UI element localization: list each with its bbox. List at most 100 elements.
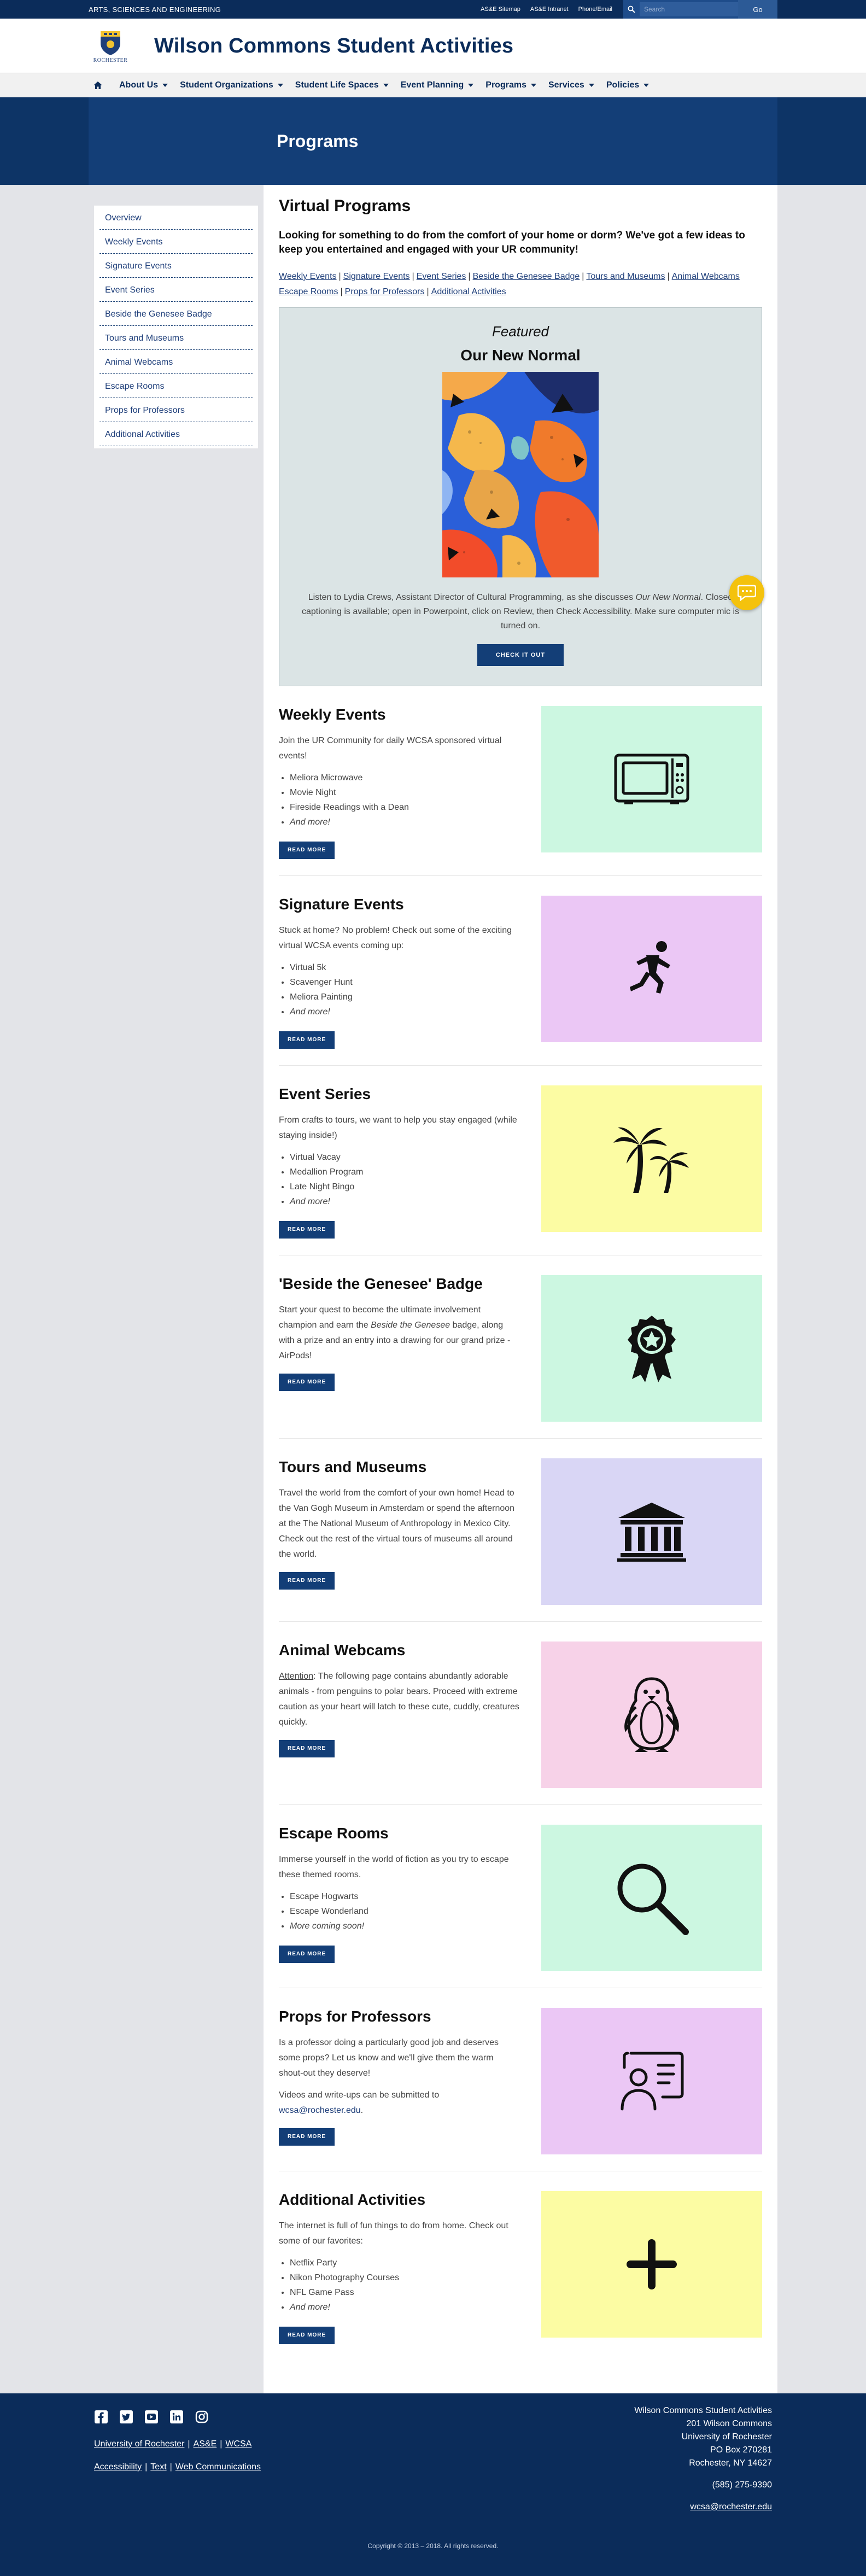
nav-item-about-us[interactable]: About Us bbox=[119, 80, 168, 90]
address-line: University of Rochester bbox=[681, 2432, 772, 2441]
toc-link-tours-and-museums[interactable]: Tours and Museums bbox=[586, 272, 665, 281]
section-image bbox=[541, 896, 762, 1042]
sidebar-item-tours-and-museums[interactable]: Tours and Museums bbox=[100, 326, 253, 350]
toc-link-signature-events[interactable]: Signature Events bbox=[343, 272, 410, 281]
footer-link-university[interactable]: University of Rochester bbox=[94, 2439, 184, 2449]
search-button[interactable]: Go bbox=[738, 0, 777, 19]
social-links bbox=[94, 2410, 209, 2424]
sidebar-item-beside-the-genesee-badge[interactable]: Beside the Genesee Badge bbox=[100, 302, 253, 326]
footer-phone[interactable]: (585) 275-9390 bbox=[634, 2479, 772, 2492]
university-logo[interactable]: ROCHESTER bbox=[89, 24, 132, 68]
featured-poster-image[interactable] bbox=[442, 372, 599, 577]
section-body: Attention: The following page contains a… bbox=[279, 1669, 519, 1730]
microwave-icon bbox=[614, 753, 689, 804]
nav-item-event-planning[interactable]: Event Planning bbox=[401, 80, 474, 90]
list-item: Movie Night bbox=[290, 785, 519, 800]
list-item: Virtual 5k bbox=[290, 960, 519, 975]
read-more-button[interactable]: READ MORE bbox=[279, 1374, 335, 1391]
toc-link-additional-activities[interactable]: Additional Activities bbox=[431, 287, 506, 296]
section-image bbox=[541, 1642, 762, 1788]
toc-link-props-for-professors[interactable]: Props for Professors bbox=[345, 287, 425, 296]
section-image bbox=[541, 1825, 762, 1971]
sidebar-item-additional-activities[interactable]: Additional Activities bbox=[100, 422, 253, 446]
utility-link-intranet[interactable]: AS&E Intranet bbox=[530, 6, 569, 13]
list-item: Scavenger Hunt bbox=[290, 975, 519, 990]
section-title: Props for Professors bbox=[279, 2008, 431, 2025]
content-title: Virtual Programs bbox=[279, 197, 411, 215]
facebook-icon[interactable] bbox=[94, 2410, 108, 2424]
nav-label: Policies bbox=[606, 80, 640, 90]
page-hero: Programs bbox=[0, 97, 866, 185]
section-title: 'Beside the Genesee' Badge bbox=[279, 1275, 483, 1292]
read-more-button[interactable]: READ MORE bbox=[279, 842, 335, 859]
section-title: Escape Rooms bbox=[279, 1825, 389, 1842]
read-more-button[interactable]: READ MORE bbox=[279, 2327, 335, 2344]
intro-text: Looking for something to do from the com… bbox=[279, 230, 745, 255]
twitter-icon[interactable] bbox=[119, 2410, 133, 2424]
read-more-button[interactable]: READ MORE bbox=[279, 1572, 335, 1590]
nav-item-programs[interactable]: Programs bbox=[485, 80, 536, 90]
nav-item-policies[interactable]: Policies bbox=[606, 80, 650, 90]
list-item: NFL Game Pass bbox=[290, 2285, 519, 2300]
chat-button[interactable] bbox=[729, 575, 764, 610]
section-weekly-events: Weekly Events Join the UR Community for … bbox=[279, 686, 762, 876]
utility-brand[interactable]: ARTS, SCIENCES AND ENGINEERING bbox=[89, 5, 221, 14]
chevron-down-icon bbox=[468, 84, 474, 87]
section-title: Signature Events bbox=[279, 896, 404, 913]
sidebar-item-signature-events[interactable]: Signature Events bbox=[100, 254, 253, 278]
read-more-button[interactable]: READ MORE bbox=[279, 1221, 335, 1239]
search-input[interactable] bbox=[640, 2, 738, 16]
linkedin-icon[interactable] bbox=[169, 2410, 184, 2424]
section-body-submit: Videos and write-ups can be submitted to… bbox=[279, 2088, 519, 2118]
sidebar-item-overview[interactable]: Overview bbox=[100, 206, 253, 230]
sidebar: Overview Weekly Events Signature Events … bbox=[94, 206, 258, 448]
read-more-button[interactable]: READ MORE bbox=[279, 1946, 335, 1963]
nav-item-services[interactable]: Services bbox=[548, 80, 594, 90]
section-title: Animal Webcams bbox=[279, 1642, 406, 1658]
runner-icon bbox=[630, 941, 670, 994]
chevron-down-icon bbox=[530, 84, 536, 87]
toc-link-event-series[interactable]: Event Series bbox=[417, 272, 466, 281]
toc-link-animal-webcams[interactable]: Animal Webcams bbox=[672, 272, 740, 281]
featured-text-before: Listen to Lydia Crews, Assistant Directo… bbox=[308, 593, 636, 602]
address-line: Wilson Commons Student Activities bbox=[634, 2406, 772, 2415]
chevron-down-icon bbox=[277, 84, 283, 87]
footer-link-text[interactable]: Text bbox=[150, 2462, 166, 2472]
toc-link-escape-rooms[interactable]: Escape Rooms bbox=[279, 287, 338, 296]
sidebar-item-weekly-events[interactable]: Weekly Events bbox=[100, 230, 253, 254]
sidebar-item-event-series[interactable]: Event Series bbox=[100, 278, 253, 302]
sidebar-item-props-for-professors[interactable]: Props for Professors bbox=[100, 398, 253, 422]
footer-link-ase[interactable]: AS&E bbox=[194, 2439, 217, 2449]
section-body: Travel the world from the comfort of you… bbox=[279, 1488, 515, 1559]
check-it-out-button[interactable]: CHECK IT OUT bbox=[477, 644, 564, 666]
list-item: Fireside Readings with a Dean bbox=[290, 800, 519, 815]
nav-item-student-life-spaces[interactable]: Student Life Spaces bbox=[295, 80, 389, 90]
nav-item-student-organizations[interactable]: Student Organizations bbox=[180, 80, 283, 90]
read-more-button[interactable]: READ MORE bbox=[279, 1740, 335, 1757]
read-more-button[interactable]: READ MORE bbox=[279, 1031, 335, 1049]
email-link[interactable]: wcsa@rochester.edu bbox=[279, 2106, 361, 2115]
instagram-icon[interactable] bbox=[195, 2410, 209, 2424]
sidebar-item-animal-webcams[interactable]: Animal Webcams bbox=[100, 350, 253, 374]
footer-link-web-communications[interactable]: Web Communications bbox=[175, 2462, 261, 2472]
logo-wordmark: ROCHESTER bbox=[93, 57, 128, 63]
footer-link-wcsa[interactable]: WCSA bbox=[225, 2439, 251, 2449]
home-icon[interactable] bbox=[89, 81, 107, 89]
utility-link-sitemap[interactable]: AS&E Sitemap bbox=[481, 6, 520, 13]
plus-icon bbox=[627, 2239, 677, 2289]
footer-email-link[interactable]: wcsa@rochester.edu bbox=[690, 2502, 772, 2511]
toc-link-beside-the-genesee-badge[interactable]: Beside the Genesee Badge bbox=[473, 272, 580, 281]
youtube-icon[interactable] bbox=[144, 2410, 159, 2424]
list-item: Meliora Microwave bbox=[290, 770, 519, 785]
sidebar-item-escape-rooms[interactable]: Escape Rooms bbox=[100, 374, 253, 398]
list-item-more: And more! bbox=[290, 1194, 519, 1209]
site-footer: University of Rochester | AS&E | WCSA Access… bbox=[0, 2393, 866, 2576]
utility-links: AS&E Sitemap AS&E Intranet Phone/Email bbox=[481, 6, 612, 13]
read-more-button[interactable]: READ MORE bbox=[279, 2128, 335, 2146]
utility-link-phone-email[interactable]: Phone/Email bbox=[578, 6, 612, 13]
featured-description: Listen to Lydia Crews, Assistant Directo… bbox=[296, 591, 745, 633]
footer-link-accessibility[interactable]: Accessibility bbox=[94, 2462, 142, 2472]
section-body: Join the UR Community for daily WCSA spo… bbox=[279, 736, 502, 761]
toc-link-weekly-events[interactable]: Weekly Events bbox=[279, 272, 337, 281]
site-title[interactable]: Wilson Commons Student Activities bbox=[154, 34, 513, 58]
